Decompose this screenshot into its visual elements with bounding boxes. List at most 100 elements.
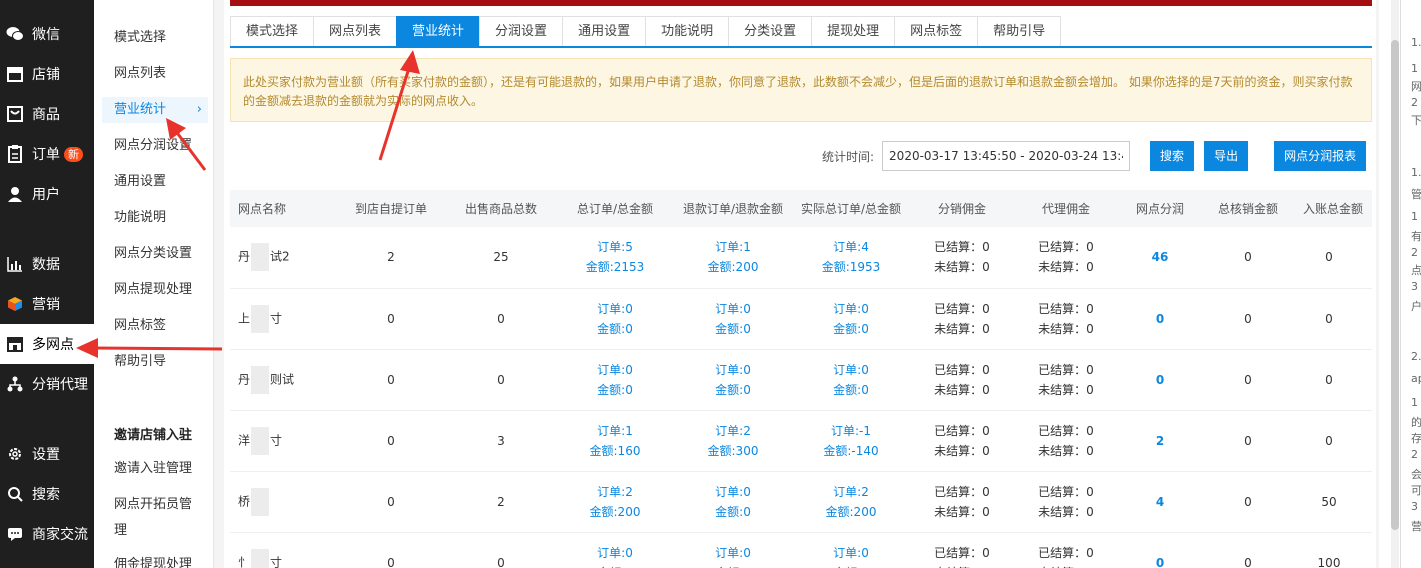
subnav-general-settings[interactable]: 通用设置 xyxy=(102,169,208,195)
subnav-outlet-list[interactable]: 网点列表 xyxy=(102,61,208,87)
actual-orders-cell[interactable]: 订单:2 金额:200 xyxy=(792,471,910,532)
table-row: 丹则试 0 0 订单:0 金额:0 订单:0 金额:0 订单:0 金额:0 已结算：0 未结算：0 已… xyxy=(230,349,1372,410)
refund-orders-cell[interactable]: 订单:2 金额:300 xyxy=(674,410,792,471)
outlet-name[interactable]: 丹则试 xyxy=(230,349,336,410)
income-amount: 0 xyxy=(1325,250,1333,265)
subnav-invite-manage[interactable]: 邀请入驻管理 xyxy=(102,456,208,482)
outlet-profit-link[interactable]: 0 xyxy=(1118,349,1202,410)
nav-multi-outlet[interactable]: 多网点 xyxy=(0,324,94,364)
chart-icon xyxy=(6,255,24,273)
subnav-commission-withdraw[interactable]: 佣金提现处理 xyxy=(102,552,208,568)
dist-commission-cell: 已结算：0未结算：0 xyxy=(934,484,990,519)
refund-orders-cell[interactable]: 订单:0金额:0 xyxy=(674,532,792,568)
header-banner xyxy=(230,0,1372,6)
outlet-profit-link[interactable]: 4 xyxy=(1118,471,1202,532)
tab-help-guide[interactable]: 帮助引导 xyxy=(977,16,1062,46)
outlet-name[interactable]: 忄寸 xyxy=(230,532,336,568)
actual-orders-cell[interactable]: 订单:-1 金额:-140 xyxy=(792,410,910,471)
chat-icon xyxy=(6,525,24,543)
subnav-developer-manage[interactable]: 网点开拓员管 xyxy=(102,492,208,518)
total-orders-cell[interactable]: 订单:2 金额:200 xyxy=(556,471,674,532)
outlet-name[interactable]: 上寸 xyxy=(230,288,336,349)
tab-business-stats[interactable]: 营业统计 xyxy=(396,16,481,46)
nav-search[interactable]: 搜索 xyxy=(0,474,94,514)
dist-commission-cell: 已结算：0未结算：0 xyxy=(934,301,990,336)
col-outlet-name: 网点名称 xyxy=(238,202,287,216)
nav-distribution[interactable]: 分销代理 xyxy=(0,364,94,404)
verify-amount: 0 xyxy=(1244,555,1252,568)
nav-merchant-chat[interactable]: 商家交流 xyxy=(0,514,94,554)
nav-store[interactable]: 店铺 xyxy=(0,54,94,94)
actual-orders-cell[interactable]: 订单:0金额:0 xyxy=(792,288,910,349)
cube-icon xyxy=(6,295,24,313)
nav-wechat[interactable]: 微信 xyxy=(0,14,94,54)
agent-commission-cell: 已结算：0未结算：0 xyxy=(1038,484,1094,519)
outlet-profit-link[interactable]: 0 xyxy=(1118,288,1202,349)
scroll-thumb[interactable] xyxy=(1391,40,1399,530)
profit-report-button[interactable]: 网点分润报表 xyxy=(1274,141,1367,171)
total-orders-cell[interactable]: 订单:0金额:0 xyxy=(556,349,674,410)
vertical-scrollbar[interactable] xyxy=(1391,0,1399,568)
tab-withdraw[interactable]: 提现处理 xyxy=(811,16,896,46)
search-button[interactable]: 搜索 xyxy=(1150,141,1195,171)
actual-orders-cell[interactable]: 订单:0金额:0 xyxy=(792,349,910,410)
actual-orders-cell[interactable]: 订单:0金额:0 xyxy=(792,532,910,568)
subnav-help-guide[interactable]: 帮助引导 xyxy=(102,349,208,375)
nav-data[interactable]: 数据 xyxy=(0,244,94,284)
chevron-right-icon: › xyxy=(196,102,202,117)
total-orders-cell[interactable]: 订单:1 金额:160 xyxy=(556,410,674,471)
help-text-fragment: 网 xyxy=(1411,80,1421,93)
subnav-category-settings[interactable]: 网点分类设置 xyxy=(102,241,208,267)
subnav-mode-select[interactable]: 模式选择 xyxy=(102,25,208,51)
nav-order[interactable]: 订单 新 xyxy=(0,134,94,174)
nav-goods[interactable]: 商品 xyxy=(0,94,94,134)
refund-orders-cell[interactable]: 订单:1 金额:200 xyxy=(674,227,792,288)
main-content: 模式选择 网点列表 营业统计 分润设置 通用设置 功能说明 分类设置 提现处理 … xyxy=(214,0,1379,568)
tab-outlet-tags[interactable]: 网点标签 xyxy=(894,16,979,46)
total-orders-cell[interactable]: 订单:5 金额:2153 xyxy=(556,227,674,288)
subnav-outlet-tags[interactable]: 网点标签 xyxy=(102,313,208,339)
verify-amount: 0 xyxy=(1244,433,1252,448)
tab-mode-select[interactable]: 模式选择 xyxy=(230,16,315,46)
nav-user[interactable]: 用户 xyxy=(0,174,94,214)
subnav-function-desc[interactable]: 功能说明 xyxy=(102,205,208,231)
help-text-fragment: ap xyxy=(1411,372,1421,385)
help-text-fragment: 下 xyxy=(1411,114,1421,127)
outlet-name[interactable]: 桥 xyxy=(230,471,336,532)
help-text-fragment: 1. xyxy=(1411,166,1421,179)
subnav-developer-manage-cont[interactable]: 理 xyxy=(102,518,208,544)
verify-amount: 0 xyxy=(1244,494,1252,509)
dist-commission-cell: 已结算：0未结算：0 xyxy=(934,545,990,568)
nav-marketing[interactable]: 营销 xyxy=(0,284,94,324)
subnav-withdraw[interactable]: 网点提现处理 xyxy=(102,277,208,303)
total-orders-cell[interactable]: 订单:0金额:0 xyxy=(556,288,674,349)
table-row: 上寸 0 0 订单:0 金额:0 订单:0 金额:0 订单:0 金额:0 已结算：0 未结算：0 已结… xyxy=(230,288,1372,349)
help-text-fragment: 3 xyxy=(1411,280,1418,293)
tab-outlet-list[interactable]: 网点列表 xyxy=(313,16,398,46)
nav-settings[interactable]: 设置 xyxy=(0,434,94,474)
outlet-name[interactable]: 丹试2 xyxy=(230,227,336,288)
tab-category-settings[interactable]: 分类设置 xyxy=(728,16,813,46)
outlet-profit-link[interactable]: 46 xyxy=(1118,227,1202,288)
tab-bar: 模式选择 网点列表 营业统计 分润设置 通用设置 功能说明 分类设置 提现处理 … xyxy=(230,16,1372,48)
subnav-profit-settings[interactable]: 网点分润设置 xyxy=(102,133,208,159)
outlet-profit-link[interactable]: 2 xyxy=(1118,410,1202,471)
tab-function-desc[interactable]: 功能说明 xyxy=(645,16,730,46)
outlet-name[interactable]: 洋寸 xyxy=(230,410,336,471)
income-amount: 100 xyxy=(1317,555,1341,568)
time-range-input[interactable] xyxy=(882,141,1131,171)
actual-orders-cell[interactable]: 订单:4 金额:1953 xyxy=(792,227,910,288)
tab-general-settings[interactable]: 通用设置 xyxy=(562,16,647,46)
time-label: 统计时间: xyxy=(822,149,875,164)
export-button[interactable]: 导出 xyxy=(1204,141,1249,171)
total-orders-cell[interactable]: 订单:0金额:0 xyxy=(556,532,674,568)
income-amount: 0 xyxy=(1325,433,1333,448)
wechat-icon xyxy=(6,25,24,43)
refund-orders-cell[interactable]: 订单:0金额:0 xyxy=(674,471,792,532)
tab-profit-settings[interactable]: 分润设置 xyxy=(479,16,564,46)
outlet-profit-link[interactable]: 0 xyxy=(1118,532,1202,568)
refund-orders-cell[interactable]: 订单:0金额:0 xyxy=(674,288,792,349)
subnav-business-stats[interactable]: 营业统计 › xyxy=(102,97,208,123)
refund-orders-cell[interactable]: 订单:0金额:0 xyxy=(674,349,792,410)
user-icon xyxy=(6,185,24,203)
